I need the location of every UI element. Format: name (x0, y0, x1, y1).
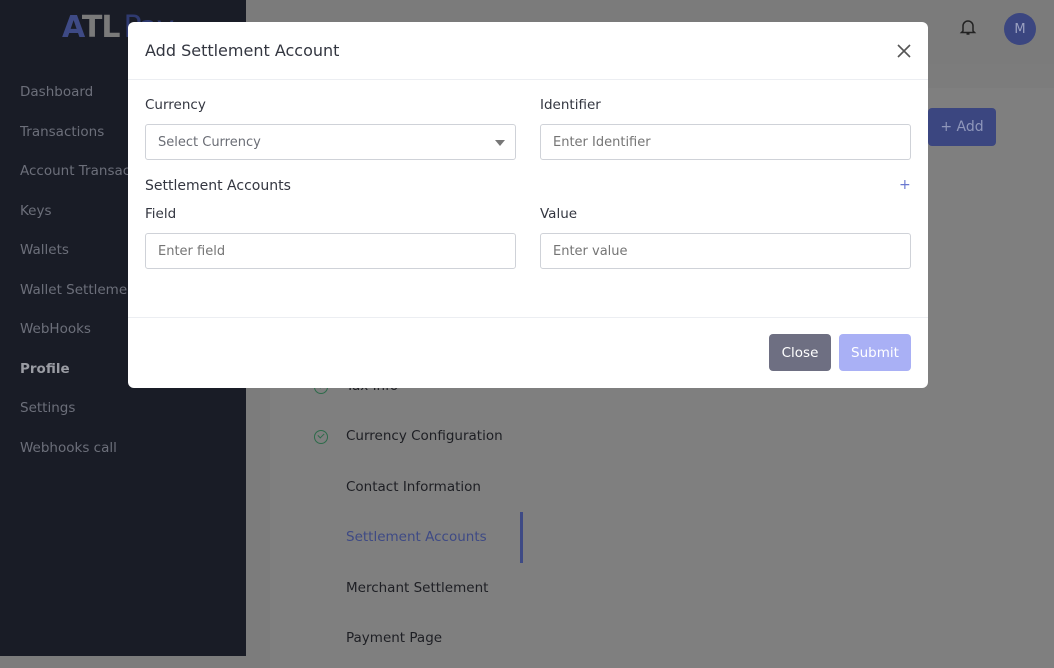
sidebar-item-settings[interactable]: Settings (20, 400, 246, 440)
step-merchant-settlement[interactable]: Merchant Settlement (346, 580, 488, 596)
currency-placeholder: Select Currency (158, 134, 261, 150)
currency-label: Currency (145, 97, 206, 113)
identifier-label: Identifier (540, 97, 601, 113)
step-currency-configuration[interactable]: Currency Configuration (346, 428, 503, 444)
modal-footer-divider (128, 317, 928, 318)
modal-header: Add Settlement Account (128, 22, 928, 80)
currency-select[interactable]: Select Currency (145, 124, 516, 160)
step-payment-page[interactable]: Payment Page (346, 630, 442, 646)
sidebar-item-webhooks-call[interactable]: Webhooks call (20, 440, 246, 480)
close-icon[interactable] (896, 43, 912, 59)
bell-icon[interactable] (958, 17, 978, 37)
avatar[interactable]: M (1004, 13, 1036, 45)
chevron-down-icon (495, 140, 505, 146)
field-input[interactable] (145, 233, 516, 269)
active-step-indicator (520, 512, 523, 563)
value-input[interactable] (540, 233, 911, 269)
identifier-input[interactable] (540, 124, 911, 160)
check-circle-icon (314, 430, 328, 444)
add-button[interactable]: + Add (928, 108, 996, 146)
value-label: Value (540, 206, 578, 222)
submit-button[interactable]: Submit (839, 334, 911, 371)
add-settlement-account-modal: Add Settlement Account Currency Select C… (128, 22, 928, 388)
add-row-icon[interactable]: + (899, 177, 911, 193)
settlement-accounts-heading: Settlement Accounts (145, 178, 291, 194)
step-contact-information[interactable]: Contact Information (346, 479, 481, 495)
field-label: Field (145, 206, 177, 222)
modal-title: Add Settlement Account (145, 41, 340, 60)
step-settlement-accounts[interactable]: Settlement Accounts (346, 529, 487, 545)
close-button[interactable]: Close (769, 334, 831, 371)
